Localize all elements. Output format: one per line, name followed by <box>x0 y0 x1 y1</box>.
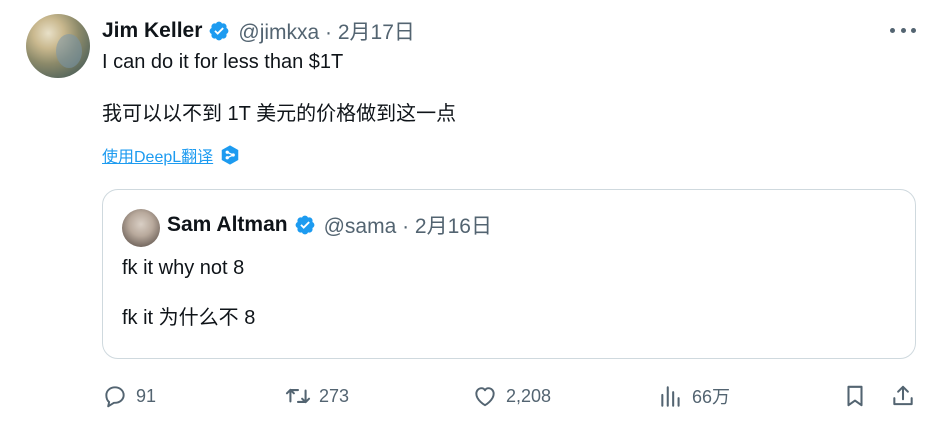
quoted-tweet-translated-text: fk it 为什么不 8 <box>122 307 256 329</box>
reply-count: 91 <box>136 385 157 406</box>
verified-badge-icon <box>295 215 314 235</box>
reply-icon <box>105 386 125 408</box>
tweet-text: I can do it for less than $1T <box>102 51 344 73</box>
reply-button[interactable]: 91 <box>102 378 156 414</box>
views-count: 66万 <box>692 387 731 407</box>
quoted-tweet-header: Sam Altman @sama · 2月16日 <box>167 210 492 240</box>
quoted-author-handle-date: @sama · 2月16日 <box>323 215 492 238</box>
views-button[interactable]: 66万 <box>658 378 730 414</box>
retweet-count: 273 <box>319 385 350 406</box>
retweet-icon <box>285 388 311 404</box>
tweet-translated-text: 我可以以不到 1T 美元的价格做到这一点 <box>102 103 457 125</box>
views-icon <box>661 386 680 407</box>
quoted-tweet-text: fk it why not 8 <box>122 257 245 279</box>
quoted-author-name: Sam Altman <box>167 213 288 236</box>
bookmark-button[interactable] <box>842 378 868 414</box>
quoted-tweet[interactable]: Sam Altman @sama · 2月16日 fk it why not 8… <box>102 189 916 359</box>
author-name[interactable]: Jim Keller <box>102 19 202 43</box>
share-button[interactable] <box>890 378 916 414</box>
tweet-header: Jim Keller @jimkxa · 2月17日 <box>102 16 415 46</box>
action-bar: 91 273 2,208 66万 <box>102 378 918 414</box>
quoted-avatar <box>122 209 160 247</box>
translate-link-label[interactable]: 使用DeepL翻译 <box>102 143 213 167</box>
retweet-button[interactable]: 273 <box>285 378 349 414</box>
avatar[interactable] <box>26 14 90 78</box>
translate-link[interactable]: 使用DeepL翻译 <box>102 143 241 167</box>
like-button[interactable]: 2,208 <box>472 378 551 414</box>
bookmark-icon <box>847 385 863 407</box>
share-icon <box>893 385 913 406</box>
verified-badge-icon <box>209 21 229 41</box>
deepl-icon <box>221 145 239 165</box>
author-handle-date[interactable]: @jimkxa · 2月17日 <box>238 16 415 46</box>
more-icon[interactable] <box>890 20 916 40</box>
like-icon <box>475 387 495 407</box>
like-count: 2,208 <box>506 385 552 406</box>
